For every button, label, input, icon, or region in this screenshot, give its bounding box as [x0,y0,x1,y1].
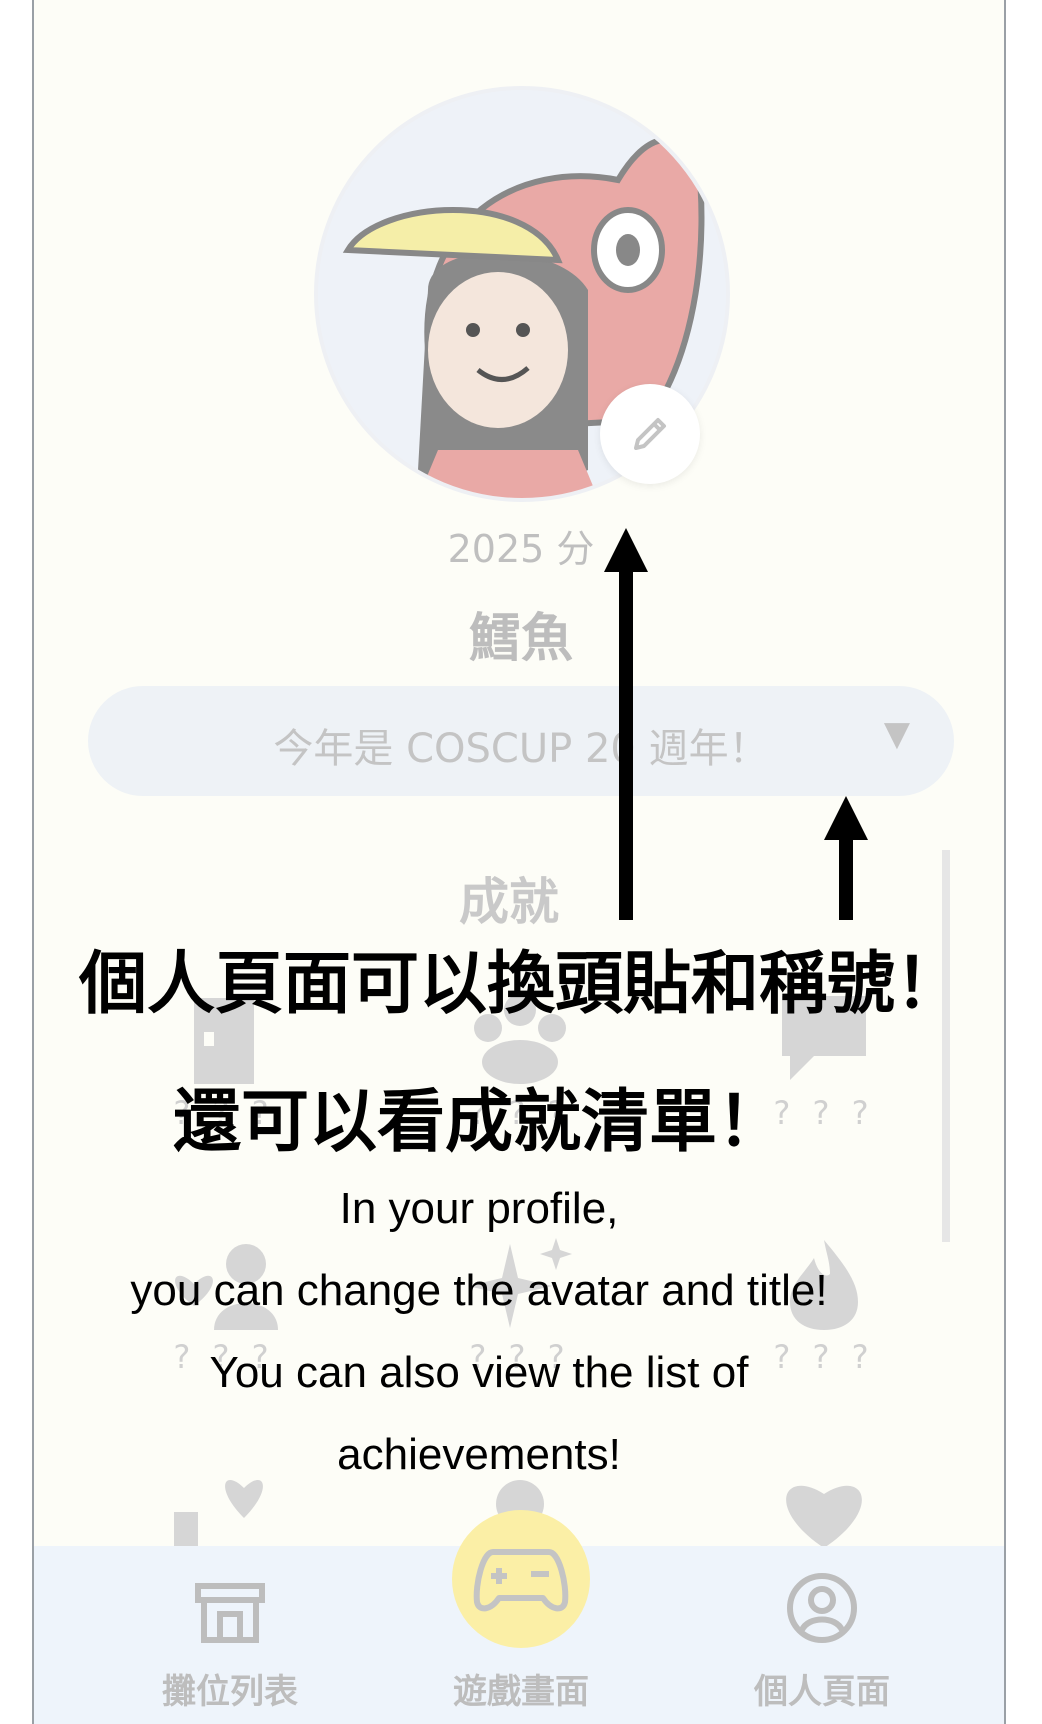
tutorial-text-en-1: In your profile, [339,1184,619,1233]
tutorial-text-zh-2: 還可以看成就清單！ [172,1083,785,1162]
arrow-up-icon [604,528,648,920]
tutorial-text-en-2: you can change the avatar and title! [130,1266,828,1315]
arrow-up-icon [824,796,868,920]
tutorial-text-zh-1: 個人頁面可以換頭貼和稱號！ [78,945,963,1024]
tutorial-text-en-4: achievements! [337,1430,621,1479]
tutorial-text-en-3: You can also view the list of [209,1348,749,1397]
